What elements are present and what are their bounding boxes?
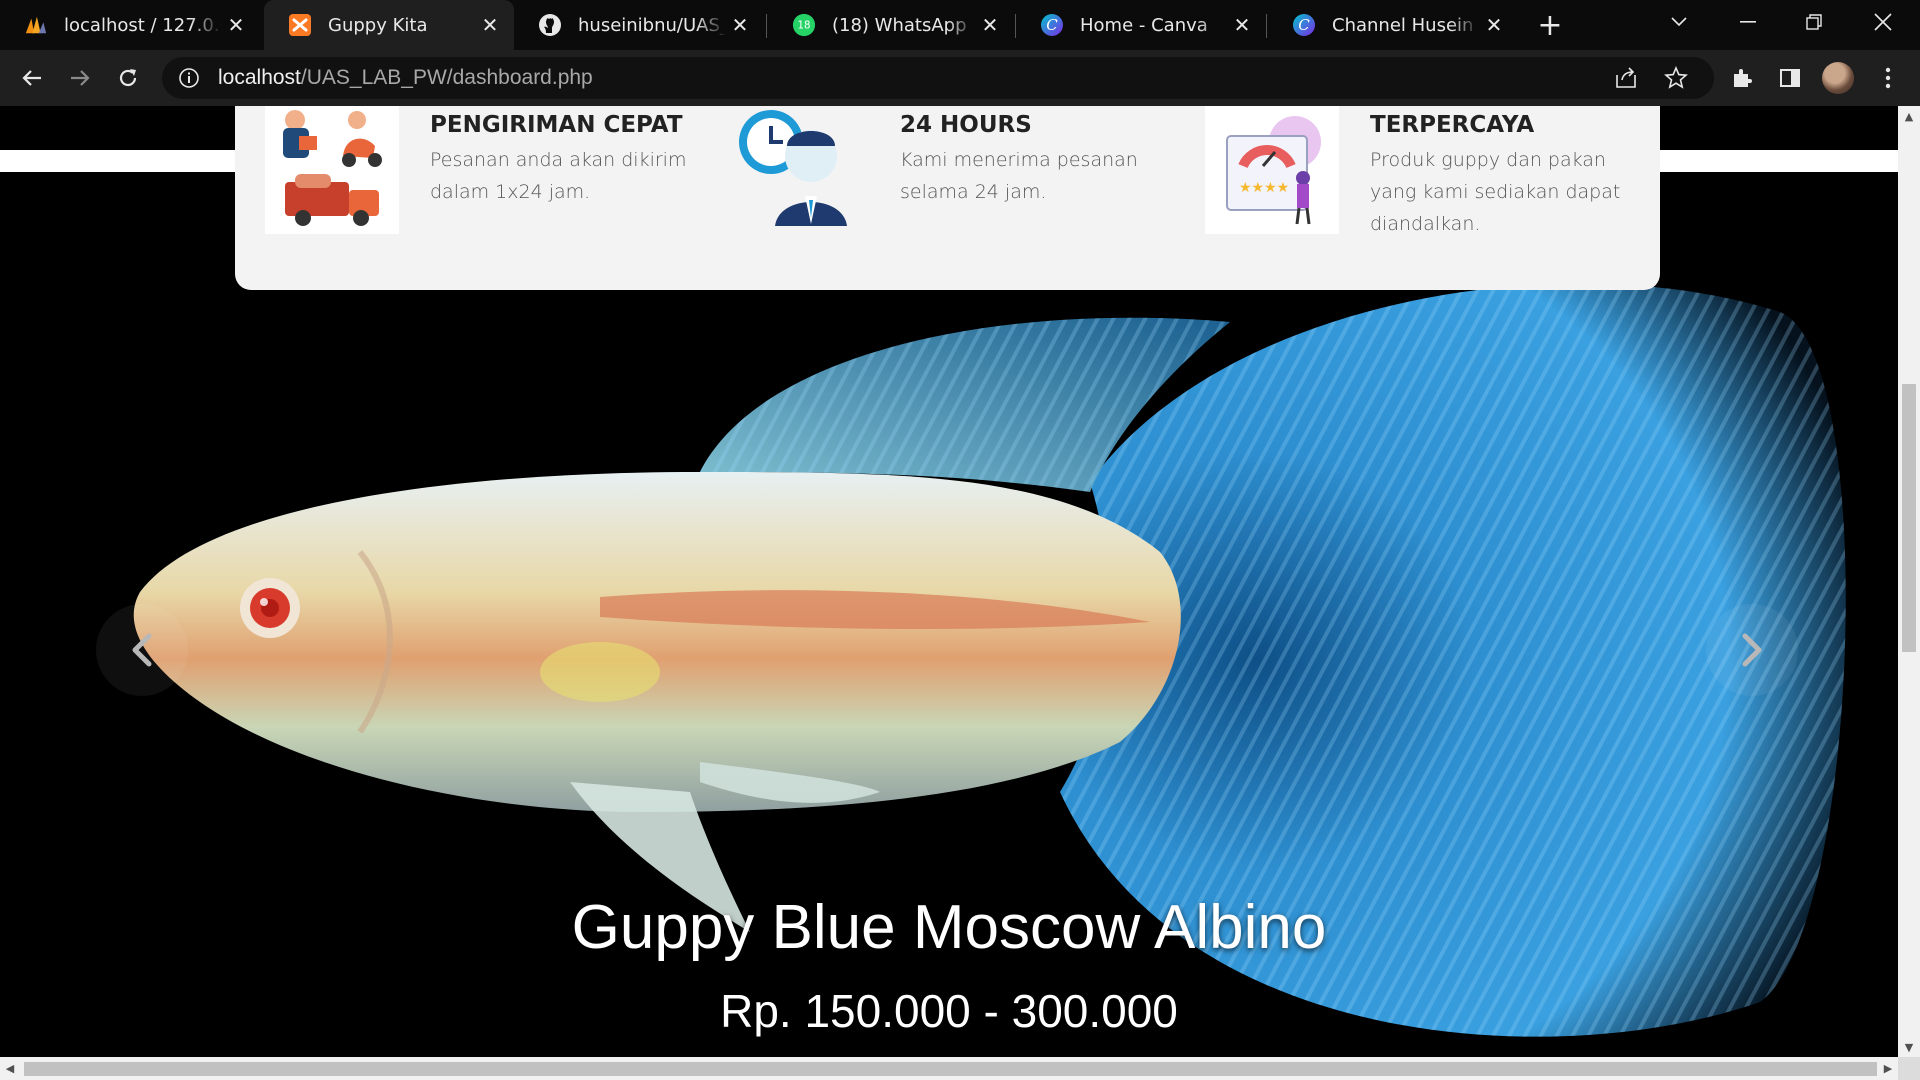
scrollbar-thumb[interactable]	[24, 1062, 1877, 1076]
tab-canva-home[interactable]: C Home - Canva ✕	[1016, 0, 1266, 50]
close-window-button[interactable]	[1850, 0, 1916, 44]
support-clock-illustration	[735, 106, 865, 234]
chevron-left-icon	[132, 633, 152, 667]
feature-title: PENGIRIMAN CEPAT	[430, 112, 683, 138]
arrow-left-icon	[22, 70, 41, 86]
svg-text:★★★★: ★★★★	[1239, 180, 1289, 196]
tab-title: (18) WhatsApp	[832, 14, 967, 36]
tab-search-button[interactable]	[1646, 0, 1712, 44]
tab-title: localhost / 127.0.0.1	[64, 14, 222, 36]
whatsapp-icon: 18	[792, 13, 816, 37]
close-icon[interactable]: ✕	[726, 11, 754, 39]
svg-text:C: C	[1046, 16, 1058, 34]
close-icon[interactable]: ✕	[476, 11, 504, 39]
arrow-right-icon	[71, 70, 90, 86]
chevron-right-icon	[1742, 633, 1762, 667]
tab-title: Home - Canva	[1080, 14, 1208, 36]
tab-title: Channel Husein Ibnu	[1332, 14, 1480, 36]
extensions-button[interactable]	[1724, 60, 1760, 96]
horizontal-scrollbar[interactable]: ◀ ▶	[0, 1057, 1898, 1080]
address-bar[interactable]: localhost/UAS_LAB_PW/dashboard.php	[162, 57, 1714, 99]
vertical-scrollbar[interactable]: ▲ ▼	[1898, 106, 1920, 1057]
avatar[interactable]	[1822, 62, 1854, 94]
new-tab-button[interactable]: +	[1530, 8, 1570, 43]
feature-desc: Kami menerima pesanan selama 24 jam.	[900, 149, 1138, 203]
menu-button[interactable]	[1870, 60, 1906, 96]
info-icon[interactable]	[178, 67, 200, 89]
svg-text:C: C	[1298, 16, 1310, 34]
feature-desc: Produk guppy dan pakan yang kami sediaka…	[1370, 149, 1621, 235]
share-icon[interactable]	[1614, 67, 1638, 89]
scrollbar-corner	[1898, 1057, 1920, 1080]
feature-card: PENGIRIMAN CEPAT Pesanan anda akan dikir…	[235, 106, 1660, 290]
feature-trusted: ★★★★ TERPERCAYA Produk guppy dan pakan y…	[1205, 106, 1645, 290]
close-icon[interactable]: ✕	[222, 11, 250, 39]
url-host: localhost	[218, 66, 301, 89]
url-text: localhost/UAS_LAB_PW/dashboard.php	[218, 66, 593, 90]
carousel-next-button[interactable]	[1706, 604, 1798, 696]
carousel-title: Guppy Blue Moscow Albino	[571, 893, 1327, 962]
feature-title: TERPERCAYA	[1370, 112, 1535, 138]
scroll-right-arrow[interactable]: ▶	[1878, 1057, 1898, 1080]
reload-icon	[119, 69, 137, 87]
carousel: Guppy Blue Moscow Albino Rp. 150.000 - 3…	[0, 172, 1898, 1057]
scroll-down-arrow[interactable]: ▼	[1898, 1037, 1920, 1057]
url-path: /UAS_LAB_PW/dashboard.php	[300, 66, 593, 89]
phpmyadmin-icon	[24, 13, 48, 37]
tab-title: Guppy Kita	[328, 14, 428, 36]
feature-24-hours: 24 HOURS Kami menerima pesanan selama 24…	[735, 106, 1175, 290]
carousel-prev-button[interactable]	[96, 604, 188, 696]
xampp-icon	[288, 13, 312, 37]
tab-whatsapp[interactable]: 18 (18) WhatsApp ✕	[768, 0, 1014, 50]
restore-button[interactable]	[1781, 0, 1847, 44]
page-viewport: Guppy Blue Moscow Albino Rp. 150.000 - 3…	[0, 106, 1898, 1057]
tab-github[interactable]: huseinibnu/UAS_PW ✕	[514, 0, 764, 50]
bookmark-star-icon[interactable]	[1664, 66, 1688, 90]
github-icon	[538, 13, 562, 37]
tab-localhost[interactable]: localhost / 127.0.0.1 ✕	[0, 0, 260, 50]
rating-illustration: ★★★★	[1205, 106, 1339, 234]
scroll-up-arrow[interactable]: ▲	[1898, 106, 1920, 126]
whatsapp-badge: 18	[798, 21, 811, 32]
feature-desc: Pesanan anda akan dikirim dalam 1x24 jam…	[430, 149, 687, 203]
browser-toolbar: localhost/UAS_LAB_PW/dashboard.php	[0, 50, 1920, 106]
canva-icon: C	[1040, 13, 1064, 37]
tab-guppy-kita[interactable]: Guppy Kita ✕	[264, 0, 514, 50]
back-button[interactable]	[14, 60, 50, 96]
scroll-left-arrow[interactable]: ◀	[0, 1057, 20, 1080]
feature-title: 24 HOURS	[900, 112, 1032, 138]
minimize-button[interactable]	[1715, 0, 1781, 44]
side-panel-button[interactable]	[1772, 60, 1808, 96]
side-panel-icon	[1780, 69, 1800, 87]
close-icon[interactable]: ✕	[1228, 11, 1256, 39]
close-icon[interactable]: ✕	[976, 11, 1004, 39]
carousel-price: Rp. 150.000 - 300.000	[720, 985, 1178, 1037]
close-icon[interactable]: ✕	[1480, 11, 1508, 39]
puzzle-icon	[1734, 69, 1752, 87]
delivery-illustration	[265, 106, 399, 234]
reload-button[interactable]	[110, 60, 146, 96]
forward-button[interactable]	[62, 60, 98, 96]
tab-separator	[766, 14, 767, 38]
tab-strip: localhost / 127.0.0.1 ✕ Guppy Kita ✕ hus…	[0, 0, 1920, 50]
scrollbar-thumb[interactable]	[1902, 384, 1916, 652]
tab-channel-husein[interactable]: C Channel Husein Ibnu ✕	[1268, 0, 1518, 50]
kebab-menu-icon	[1885, 67, 1891, 89]
feature-fast-delivery: PENGIRIMAN CEPAT Pesanan anda akan dikir…	[265, 106, 705, 290]
tab-separator	[1266, 14, 1267, 38]
tab-title: huseinibnu/UAS_PW	[578, 14, 726, 36]
canva-icon: C	[1292, 13, 1316, 37]
